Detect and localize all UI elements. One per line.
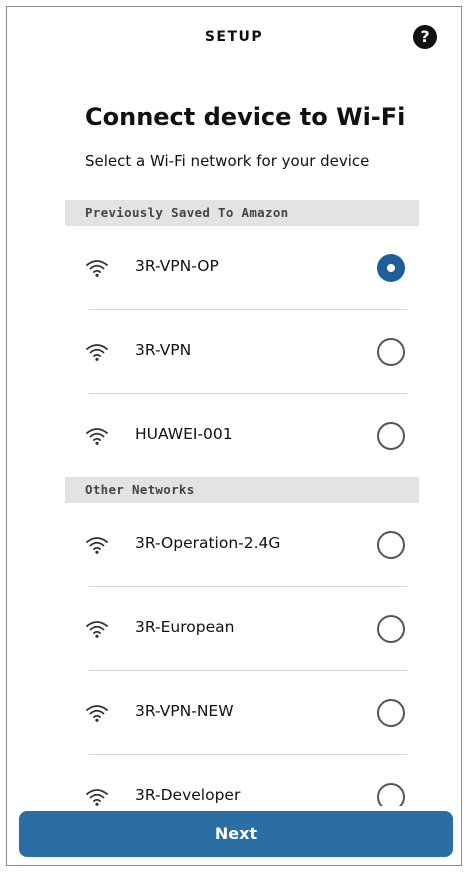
wifi-icon [85, 258, 109, 278]
wifi-icon [85, 787, 109, 806]
network-row-3r-vpn-op[interactable]: 3R-VPN-OP [65, 226, 419, 310]
radio-button[interactable] [377, 531, 405, 559]
wifi-icon [85, 703, 109, 723]
network-name: 3R-VPN-OP [135, 257, 219, 275]
section-header-saved: Previously Saved To Amazon [65, 200, 419, 226]
wifi-icon [85, 342, 109, 362]
page-title: SETUP [204, 29, 264, 45]
radio-button[interactable] [377, 338, 405, 366]
network-list-clip: 3R-Developer [7, 755, 461, 806]
section-header-other: Other Networks [65, 477, 419, 503]
radio-button[interactable] [377, 783, 405, 806]
radio-button[interactable] [377, 615, 405, 643]
top-bar: SETUP ? [7, 7, 461, 71]
network-row-huawei-001[interactable]: HUAWEI-001 [65, 394, 419, 478]
subheading: Select a Wi-Fi network for your device [85, 152, 370, 170]
network-name: 3R-VPN-NEW [135, 702, 234, 720]
radio-button[interactable] [377, 699, 405, 727]
network-name: 3R-VPN [135, 341, 192, 359]
network-row-3r-developer[interactable]: 3R-Developer [65, 755, 419, 806]
network-name: HUAWEI-001 [135, 425, 233, 443]
wifi-icon [85, 619, 109, 639]
network-row-3r-vpn-new[interactable]: 3R-VPN-NEW [65, 671, 419, 755]
radio-button[interactable] [377, 422, 405, 450]
heading: Connect device to Wi-Fi [85, 103, 406, 131]
network-name: 3R-European [135, 618, 235, 636]
wifi-icon [85, 426, 109, 446]
wifi-icon [85, 535, 109, 555]
app-screen: SETUP ? Connect device to Wi-Fi Select a… [6, 6, 462, 866]
network-row-3r-vpn[interactable]: 3R-VPN [65, 310, 419, 394]
next-button[interactable]: Next [19, 811, 453, 857]
network-row-3r-operation-2-4g[interactable]: 3R-Operation-2.4G [65, 503, 419, 587]
network-name: 3R-Operation-2.4G [135, 534, 281, 552]
network-name: 3R-Developer [135, 786, 241, 804]
help-icon[interactable]: ? [413, 25, 437, 49]
radio-button-selected[interactable] [377, 254, 405, 282]
network-row-3r-european[interactable]: 3R-European [65, 587, 419, 671]
